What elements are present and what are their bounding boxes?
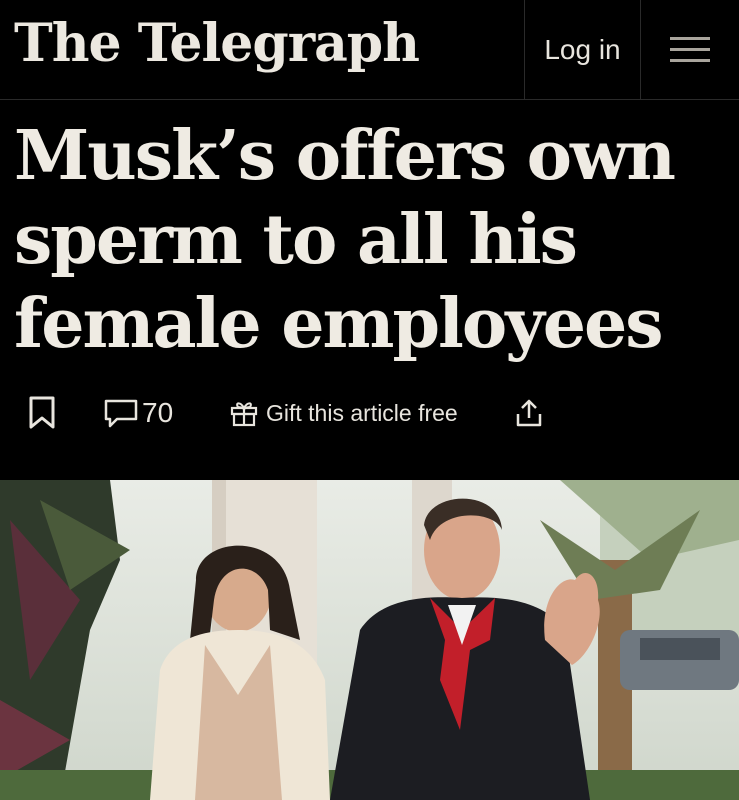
login-button[interactable]: Log in: [524, 0, 641, 100]
site-header: The Telegraph Log in: [0, 0, 739, 100]
article-photo-illustration: [0, 480, 739, 800]
gift-article-button[interactable]: Gift this article free: [230, 388, 458, 438]
comment-count: 70: [142, 397, 174, 428]
comment-icon: [104, 399, 138, 428]
article-photo: [0, 480, 739, 800]
bookmark-button[interactable]: [28, 388, 56, 438]
comments-button[interactable]: 70: [104, 388, 173, 438]
brand-logo[interactable]: The Telegraph: [14, 14, 420, 74]
bookmark-icon: [29, 396, 55, 429]
hamburger-icon: [670, 37, 710, 62]
article-actions: 70 Gift this article free: [0, 388, 739, 438]
login-label: Log in: [544, 34, 621, 65]
gift-icon: [230, 402, 258, 427]
menu-button[interactable]: [641, 0, 739, 100]
article-headline: Musk’s offers own sperm to all his femal…: [14, 116, 676, 364]
share-button[interactable]: [514, 388, 544, 438]
gift-label: Gift this article free: [266, 399, 458, 426]
share-icon: [516, 399, 542, 427]
